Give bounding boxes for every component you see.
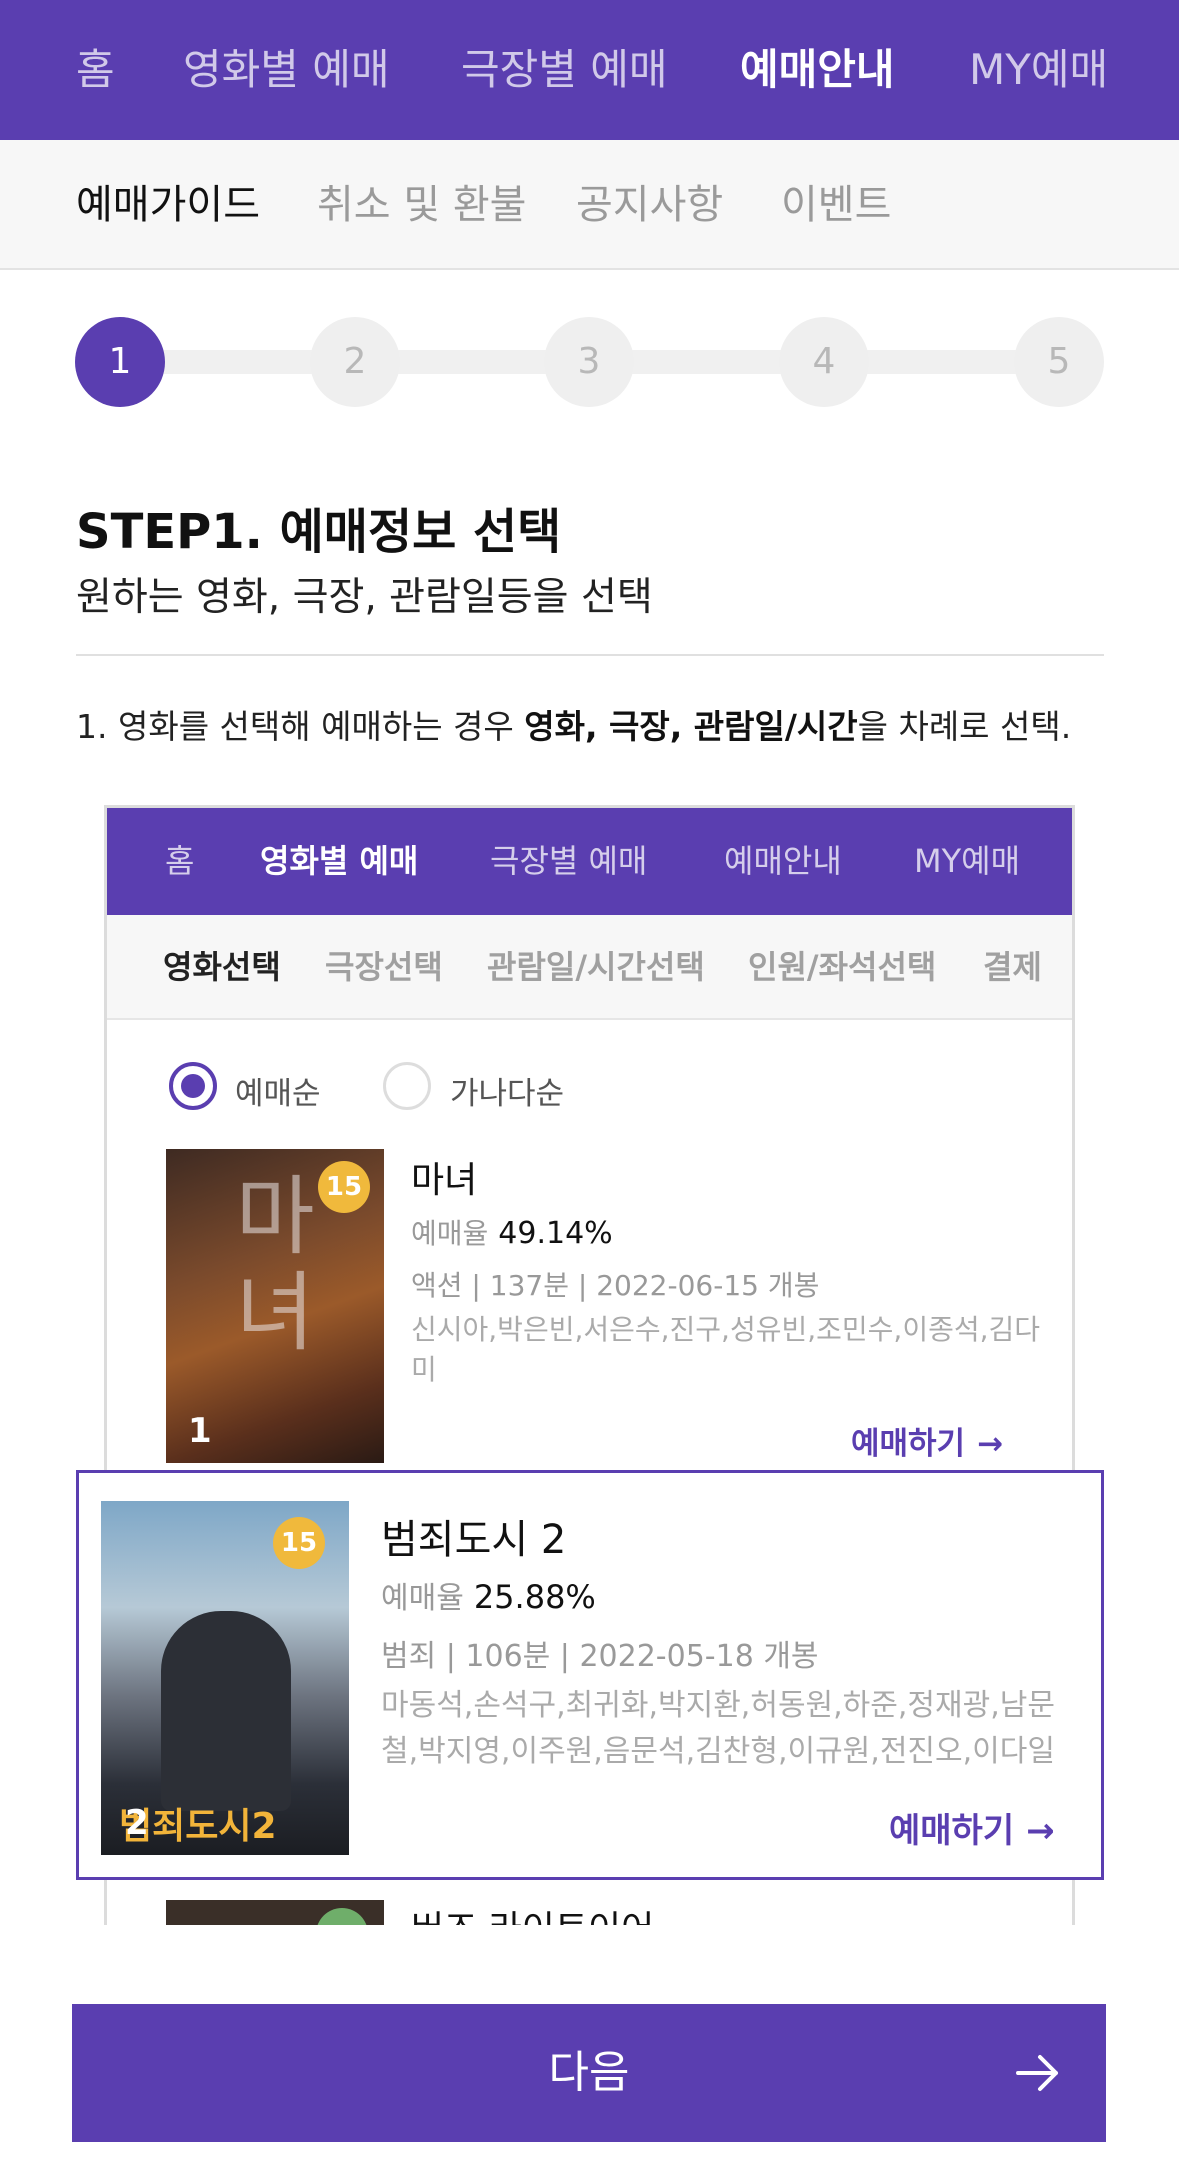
- movie-title: 범죄도시 2: [381, 1517, 567, 1563]
- next-button-label: 다음: [548, 2047, 630, 2098]
- age-rating-badge: 15: [318, 1161, 370, 1213]
- movie-cast: 신시아,박은빈,서은수,진구,성유빈,조민수,이종석,김다미: [411, 1313, 1041, 1386]
- top-nav: 홈 영화별 예매 극장별 예매 예매안내 MY예매: [0, 0, 1179, 140]
- sort-radio-popular: [169, 1062, 217, 1110]
- movie-runtime: 137분: [489, 1269, 569, 1302]
- example-tab-seat: 인원/좌석선택: [748, 948, 937, 986]
- poster-title-art: 마녀: [235, 1167, 315, 1363]
- movie-genre: 액션: [411, 1269, 463, 1302]
- example-nav-my-booking: MY예매: [914, 842, 1021, 880]
- example-nav-booking-guide: 예매안내: [724, 842, 842, 880]
- movie-genre: 범죄: [381, 1639, 437, 1674]
- tab-events[interactable]: 이벤트: [781, 140, 891, 270]
- step-title: STEP1. 예매정보 선택: [76, 504, 562, 560]
- example-tab-datetime: 관람일/시간선택: [487, 948, 705, 986]
- step-subtitle: 원하는 영화, 극장, 관람일등을 선택: [76, 575, 653, 620]
- book-link: 예매하기 →: [851, 1418, 1003, 1463]
- step-5[interactable]: 5: [1014, 317, 1104, 407]
- example-nav-theater-booking: 극장별 예매: [490, 842, 648, 880]
- instruction-bold: 영화, 극장, 관람일/시간: [524, 707, 858, 746]
- instruction-text: 1. 영화를 선택해 예매하는 경우 영화, 극장, 관람일/시간을 차례로 선…: [76, 700, 1071, 748]
- next-button[interactable]: 다음: [72, 2004, 1106, 2142]
- example-tabs: 영화선택 극장선택 관람일/시간선택 인원/좌석선택 결제: [107, 915, 1072, 1020]
- booking-rate-label: 예매율: [411, 1217, 489, 1250]
- tab-booking-guide[interactable]: 예매가이드: [76, 140, 260, 270]
- book-link-label: 예매하기: [851, 1426, 966, 1462]
- booking-rate-value: 25.88%: [473, 1578, 596, 1616]
- poster-figure: [161, 1611, 291, 1811]
- age-rating-badge: [316, 1908, 368, 1925]
- nav-home[interactable]: 홈: [76, 0, 115, 140]
- example-tab-theater: 극장선택: [325, 948, 443, 986]
- age-rating-badge: 15: [273, 1517, 325, 1569]
- step-3[interactable]: 3: [544, 317, 634, 407]
- movie-release: 2022-05-18 개봉: [579, 1639, 819, 1674]
- movie-poster: 마녀 15 1: [166, 1149, 384, 1463]
- sort-label-alphabetical: 가나다순: [450, 1076, 565, 1112]
- nav-theater-booking[interactable]: 극장별 예매: [461, 0, 668, 140]
- nav-booking-guide[interactable]: 예매안내: [740, 0, 895, 140]
- highlighted-movie-card: 범죄도시2 15 2 범죄도시 2 예매율 25.88% 범죄 | 106분 | …: [76, 1470, 1104, 1880]
- book-link: 예매하기 →: [889, 1803, 1055, 1852]
- divider: [76, 654, 1104, 656]
- arrow-right-icon: →: [1026, 1811, 1055, 1851]
- rank-number: 2: [125, 1803, 149, 1843]
- movie-runtime: 106분: [465, 1639, 551, 1674]
- movie-poster: [166, 1900, 384, 1925]
- book-link-label: 예매하기: [889, 1811, 1015, 1851]
- movie-title: 버즈 라이트이어: [411, 1900, 654, 1925]
- booking-rate-value: 49.14%: [498, 1216, 613, 1251]
- example-tab-payment: 결제: [983, 948, 1042, 986]
- instruction-prefix: 1. 영화를 선택해 예매하는 경우: [76, 707, 525, 746]
- step-4[interactable]: 4: [779, 317, 869, 407]
- example-tab-movie: 영화선택: [163, 948, 281, 986]
- movie-meta: 액션 | 137분 | 2022-06-15 개봉: [411, 1269, 820, 1302]
- arrow-right-icon: →: [977, 1426, 1004, 1462]
- tab-notices[interactable]: 공지사항: [576, 140, 723, 270]
- booking-rate: 예매율 49.14%: [411, 1212, 613, 1252]
- example-nav-home: 홈: [165, 842, 195, 880]
- step-2[interactable]: 2: [310, 317, 400, 407]
- sub-nav: 예매가이드 취소 및 환불 공지사항 이벤트: [0, 140, 1179, 270]
- movie-poster: 범죄도시2 15 2: [101, 1501, 349, 1855]
- movie-meta: 범죄 | 106분 | 2022-05-18 개봉: [381, 1639, 819, 1674]
- example-nav-movie-booking: 영화별 예매: [260, 842, 419, 880]
- tab-cancel-refund[interactable]: 취소 및 환불: [317, 140, 526, 270]
- rank-number: 1: [188, 1411, 212, 1451]
- sort-label-popular: 예매순: [235, 1076, 321, 1112]
- movie-cast: 마동석,손석구,최귀화,박지환,허동원,하준,정재광,남문철,박지영,이주원,음…: [381, 1688, 1055, 1769]
- step-1[interactable]: 1: [75, 317, 165, 407]
- booking-rate-label: 예매율: [381, 1581, 464, 1616]
- movie-title: 마녀: [411, 1160, 478, 1201]
- booking-rate: 예매율 25.88%: [381, 1573, 596, 1617]
- arrow-right-icon: [1016, 2055, 1058, 2091]
- nav-movie-booking[interactable]: 영화별 예매: [183, 0, 390, 140]
- instruction-suffix: 을 차례로 선택.: [857, 707, 1072, 746]
- sort-radio-alphabetical: [383, 1062, 431, 1110]
- example-nav: 홈 영화별 예매 극장별 예매 예매안내 MY예매: [107, 808, 1072, 915]
- nav-my-booking[interactable]: MY예매: [969, 0, 1108, 140]
- movie-release: 2022-06-15 개봉: [596, 1269, 820, 1302]
